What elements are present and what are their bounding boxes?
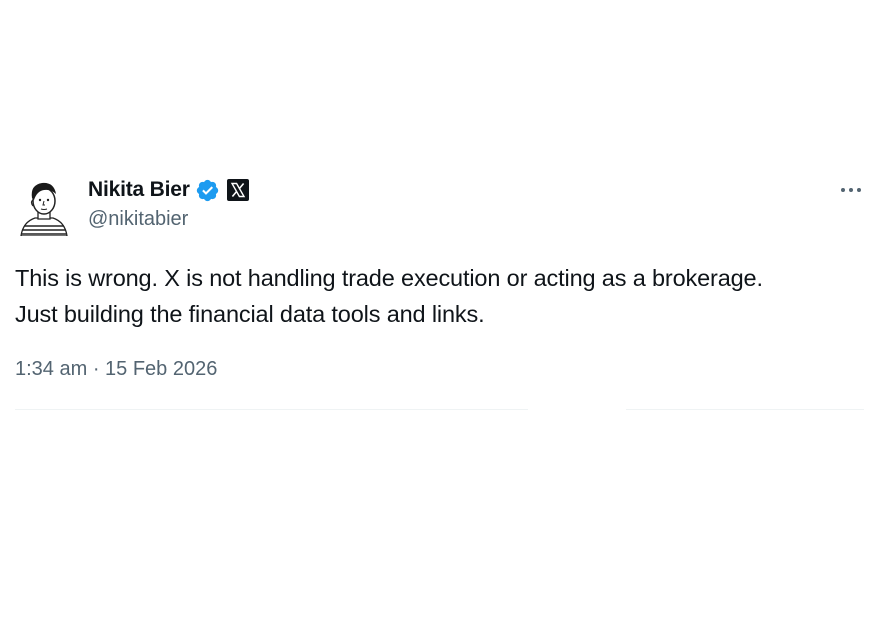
more-options-icon [835, 188, 867, 206]
tweet-text-line: This is wrong. X is not handling trade e… [15, 265, 763, 291]
divider [626, 409, 864, 410]
author-handle[interactable]: @nikitabier [88, 208, 188, 231]
avatar[interactable] [15, 176, 73, 236]
verified-badge-icon[interactable] [195, 178, 220, 203]
x-logo-icon[interactable] [226, 179, 249, 201]
tweet-text-line: Just building the financial data tools a… [15, 301, 485, 327]
more-options-button[interactable] [835, 178, 867, 202]
tweet-timestamp[interactable]: 1:34 am · 15 Feb 2026 [15, 358, 217, 381]
author-display-name[interactable]: Nikita Bier [88, 178, 190, 202]
divider [15, 409, 528, 410]
tweet-text: This is wrong. X is not handling trade e… [15, 260, 875, 332]
author-name-row: Nikita Bier [88, 175, 249, 205]
tweet-card: Nikita Bier @nikitabier This is wrong. X… [0, 0, 885, 625]
